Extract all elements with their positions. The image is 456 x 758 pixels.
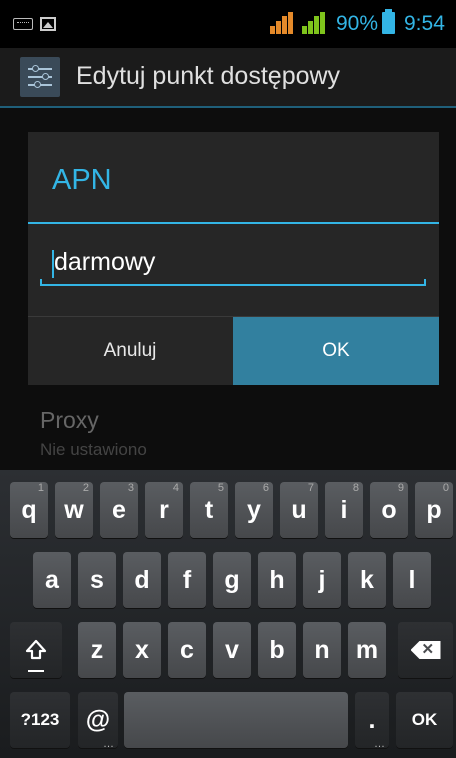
key-hint: 3 bbox=[127, 482, 134, 494]
key-d[interactable]: d bbox=[123, 552, 161, 608]
key-p[interactable]: p0 bbox=[415, 482, 453, 538]
shift-key[interactable] bbox=[10, 622, 62, 678]
cancel-button[interactable]: Anuluj bbox=[28, 317, 232, 385]
keyboard-notification-icon bbox=[13, 18, 33, 30]
more-keys-indicator: … bbox=[103, 738, 114, 750]
key-hint: 2 bbox=[82, 482, 89, 494]
more-keys-indicator: … bbox=[374, 738, 385, 750]
backspace-key[interactable] bbox=[398, 622, 453, 678]
apn-dialog: APN darmowy Anuluj OK bbox=[28, 132, 439, 385]
key-label: @ bbox=[85, 705, 111, 734]
key-hint: 0 bbox=[442, 482, 449, 494]
at-key[interactable]: @… bbox=[78, 692, 118, 750]
key-m[interactable]: m bbox=[348, 622, 386, 678]
input-underline-tick bbox=[424, 279, 426, 286]
page-title: Edytuj punkt dostępowy bbox=[76, 62, 341, 90]
key-y[interactable]: y6 bbox=[235, 482, 273, 538]
status-bar: 90% 9:54 bbox=[0, 0, 456, 48]
key-label: o bbox=[381, 495, 397, 524]
key-e[interactable]: e3 bbox=[100, 482, 138, 538]
enter-ok-key[interactable]: OK bbox=[396, 692, 453, 748]
key-x[interactable]: x bbox=[123, 622, 161, 678]
key-j[interactable]: j bbox=[303, 552, 341, 608]
key-label: e bbox=[112, 495, 126, 524]
settings-sliders-icon[interactable] bbox=[20, 57, 60, 97]
key-h[interactable]: h bbox=[258, 552, 296, 608]
key-z[interactable]: z bbox=[78, 622, 116, 678]
key-w[interactable]: w2 bbox=[55, 482, 93, 538]
on-screen-keyboard: q1 w2 e3 r4 t5 y6 u7 i8 o9 p0 a s d f g … bbox=[0, 470, 456, 758]
proxy-item-title[interactable]: Proxy bbox=[40, 407, 99, 434]
dialog-title: APN bbox=[52, 164, 112, 196]
battery-icon bbox=[382, 9, 395, 34]
key-hint: 5 bbox=[217, 482, 224, 494]
apn-input[interactable]: darmowy bbox=[40, 240, 426, 286]
shift-icon bbox=[25, 639, 47, 660]
period-key[interactable]: .… bbox=[355, 692, 389, 750]
space-key[interactable] bbox=[124, 692, 348, 748]
signal-icon bbox=[270, 12, 296, 34]
symbols-key[interactable]: ?123 bbox=[10, 692, 70, 748]
key-i[interactable]: i8 bbox=[325, 482, 363, 538]
key-hint: 4 bbox=[172, 482, 179, 494]
key-label: r bbox=[159, 495, 169, 524]
key-r[interactable]: r4 bbox=[145, 482, 183, 538]
key-label: p bbox=[426, 495, 442, 524]
key-hint: 1 bbox=[37, 482, 44, 494]
battery-percent: 90% bbox=[336, 12, 379, 35]
key-u[interactable]: u7 bbox=[280, 482, 318, 538]
apn-input-value: darmowy bbox=[54, 248, 156, 276]
key-b[interactable]: b bbox=[258, 622, 296, 678]
backspace-icon bbox=[410, 641, 441, 659]
ok-button[interactable]: OK bbox=[233, 317, 439, 385]
proxy-item-subtitle: Nie ustawiono bbox=[40, 440, 147, 459]
key-hint: 7 bbox=[307, 482, 314, 494]
clock: 9:54 bbox=[404, 12, 445, 35]
key-hint: 6 bbox=[262, 482, 269, 494]
key-hint: 9 bbox=[397, 482, 404, 494]
key-f[interactable]: f bbox=[168, 552, 206, 608]
key-v[interactable]: v bbox=[213, 622, 251, 678]
action-bar: Edytuj punkt dostępowy bbox=[0, 48, 456, 106]
key-label: t bbox=[204, 495, 214, 524]
key-l[interactable]: l bbox=[393, 552, 431, 608]
key-n[interactable]: n bbox=[303, 622, 341, 678]
key-label: y bbox=[247, 495, 261, 524]
shift-indicator bbox=[28, 670, 44, 672]
key-o[interactable]: o9 bbox=[370, 482, 408, 538]
key-g[interactable]: g bbox=[213, 552, 251, 608]
input-underline bbox=[40, 284, 426, 286]
key-hint: 8 bbox=[352, 482, 359, 494]
key-label: . bbox=[368, 705, 376, 734]
key-t[interactable]: t5 bbox=[190, 482, 228, 538]
key-s[interactable]: s bbox=[78, 552, 116, 608]
signal-icon bbox=[302, 12, 328, 34]
key-label: q bbox=[21, 495, 37, 524]
key-a[interactable]: a bbox=[33, 552, 71, 608]
input-underline-tick bbox=[40, 279, 42, 286]
key-label: u bbox=[291, 495, 307, 524]
dialog-title-divider bbox=[28, 222, 439, 224]
image-notification-icon bbox=[40, 17, 56, 31]
key-c[interactable]: c bbox=[168, 622, 206, 678]
key-k[interactable]: k bbox=[348, 552, 386, 608]
key-q[interactable]: q1 bbox=[10, 482, 48, 538]
key-label: i bbox=[340, 495, 348, 524]
key-label: w bbox=[64, 495, 84, 524]
